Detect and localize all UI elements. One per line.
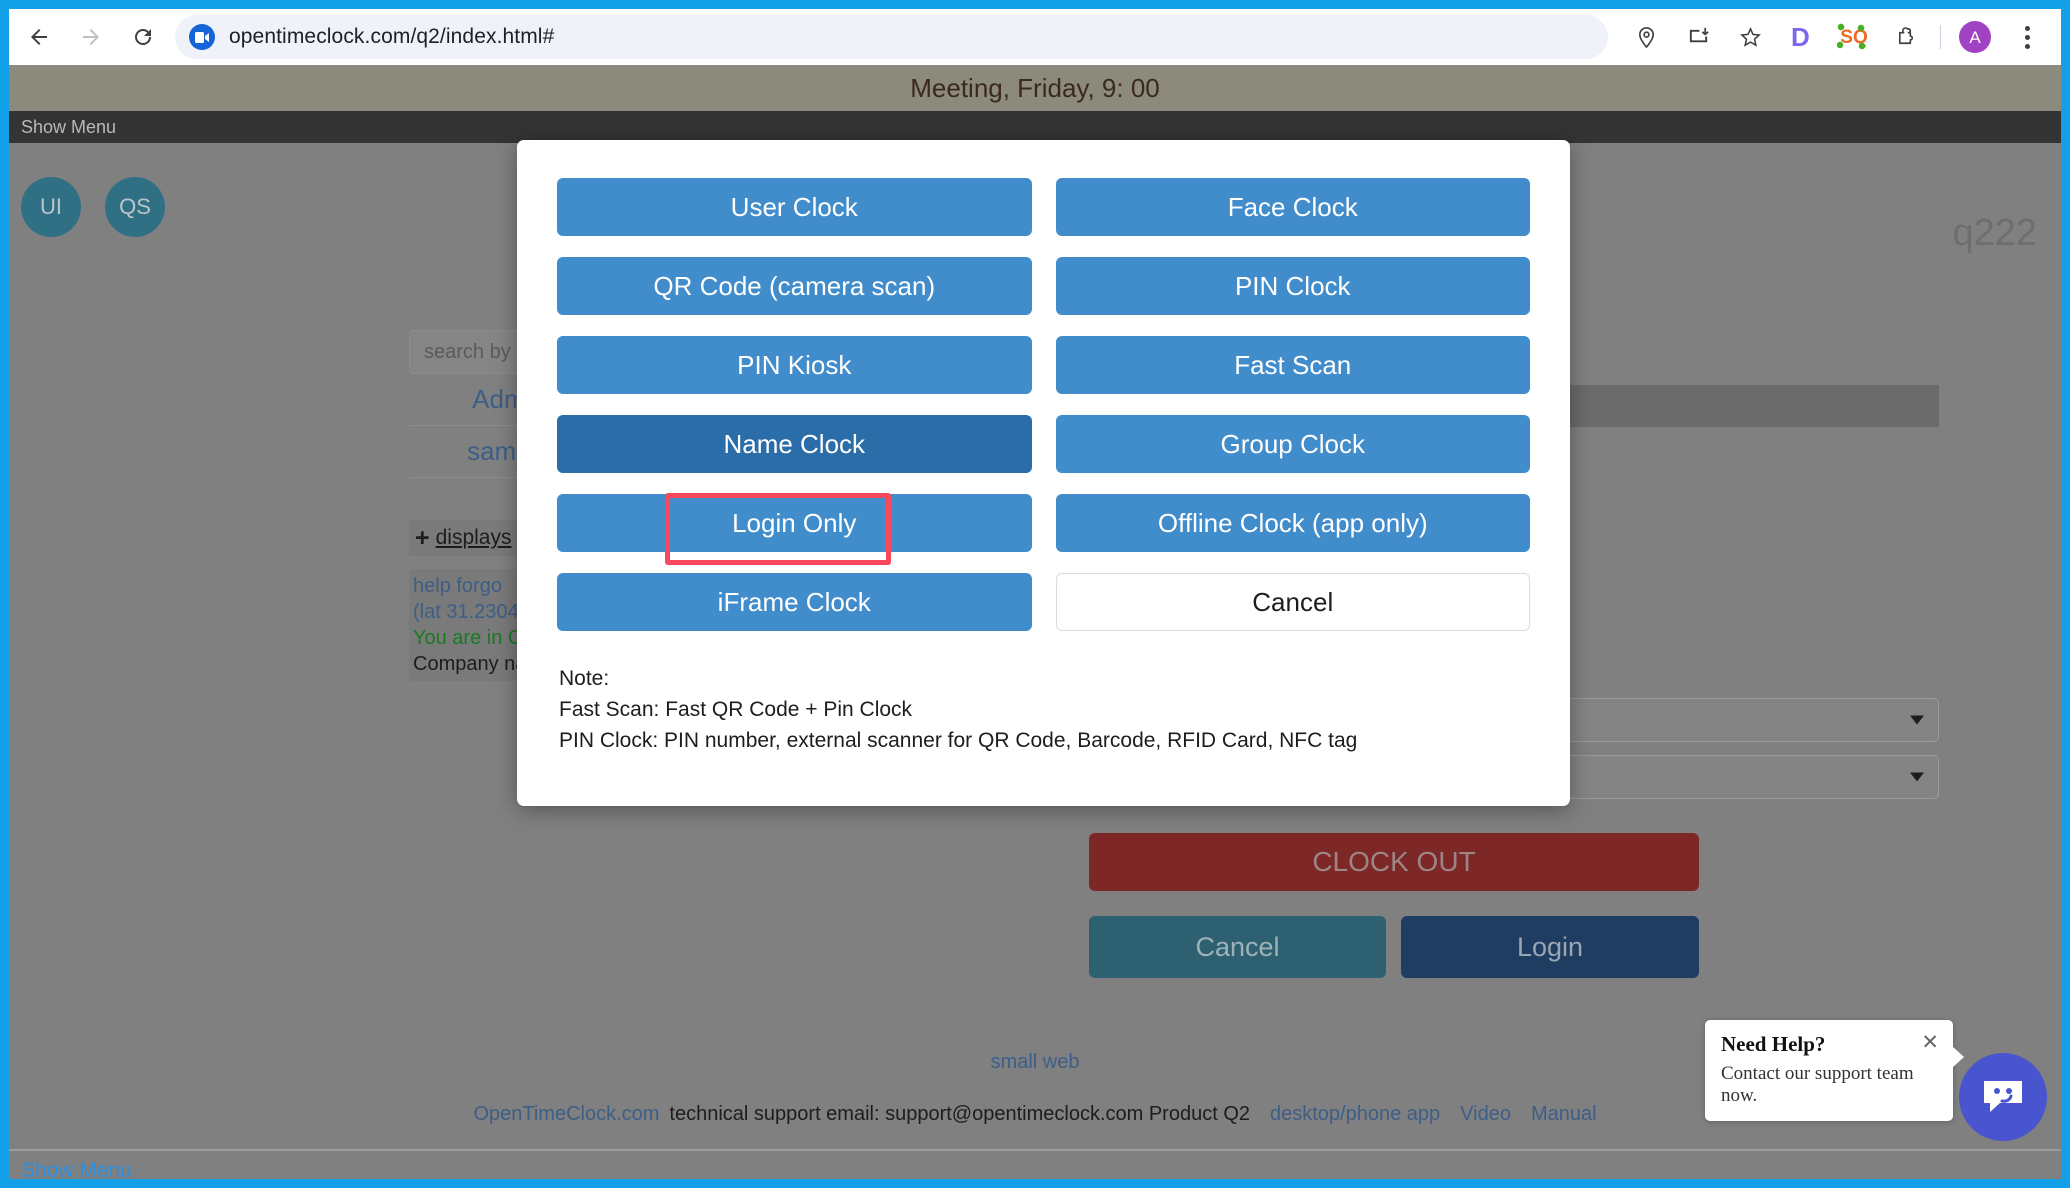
address-bar[interactable]: opentimeclock.com/q2/index.html#	[175, 15, 1608, 59]
toolbar-divider	[1940, 25, 1941, 49]
extension-d-icon[interactable]: D	[1781, 16, 1823, 58]
footer-manual-link[interactable]: Manual	[1531, 1103, 1597, 1125]
clock-out-label: CLOCK OUT	[1312, 846, 1476, 877]
search-input-placeholder: search by n	[424, 340, 528, 363]
browser-toolbar: opentimeclock.com/q2/index.html# D SQ A	[9, 9, 2061, 65]
ui-button[interactable]: UI	[21, 177, 81, 237]
offline-clock-button[interactable]: Offline Clock (app only)	[1055, 494, 1530, 552]
note-line-pin-clock: PIN Clock: PIN number, external scanner …	[559, 729, 1358, 752]
video-camera-site-icon	[189, 24, 215, 50]
browser-window: opentimeclock.com/q2/index.html# D SQ A …	[0, 0, 2070, 1188]
page-viewport: Meeting, Friday, 9: 00 Show Menu UI QS q…	[9, 65, 2061, 1179]
page-cancel-label: Cancel	[1195, 931, 1280, 962]
iframe-clock-button[interactable]: iFrame Clock	[557, 573, 1032, 631]
dialog-note: Note: Fast Scan: Fast QR Code + Pin Cloc…	[537, 631, 1550, 756]
ui-button-label: UI	[40, 194, 62, 219]
quick-buttons: UI QS	[21, 177, 165, 237]
extension-d-label: D	[1791, 22, 1810, 52]
qs-button[interactable]: QS	[105, 177, 165, 237]
clock-out-button[interactable]: CLOCK OUT	[1089, 833, 1699, 891]
cancel-button[interactable]: Cancel	[1055, 573, 1530, 631]
user-clock-button[interactable]: User Clock	[557, 178, 1032, 236]
help-bubble: ✕ Need Help? Contact our support team no…	[1705, 1020, 1964, 1121]
pin-clock-button[interactable]: PIN Clock	[1055, 257, 1530, 315]
avatar-initial: A	[1959, 21, 1991, 53]
qs-button-label: QS	[119, 194, 151, 219]
corner-tag: q222	[1952, 212, 2037, 254]
extension-sq-label: SQ	[1837, 22, 1868, 51]
extensions-puzzle-icon[interactable]	[1885, 16, 1927, 58]
fast-scan-button[interactable]: Fast Scan	[1055, 336, 1530, 394]
forward-arrow-icon[interactable]	[69, 15, 113, 59]
face-clock-button[interactable]: Face Clock	[1055, 178, 1530, 236]
note-line-fast-scan: Fast Scan: Fast QR Code + Pin Clock	[559, 698, 913, 721]
login-only-button[interactable]: Login Only	[557, 494, 1032, 552]
footer-support-text: technical support email: support@opentim…	[669, 1103, 1250, 1125]
close-icon[interactable]: ✕	[1921, 1032, 1939, 1053]
back-arrow-icon[interactable]	[17, 15, 61, 59]
footer-video-link[interactable]: Video	[1460, 1103, 1511, 1125]
meeting-banner: Meeting, Friday, 9: 00	[9, 65, 2061, 111]
chat-bubble-icon[interactable]	[1959, 1053, 2047, 1141]
name-clock-button[interactable]: Name Clock	[557, 415, 1032, 473]
page-login-button[interactable]: Login	[1401, 916, 1699, 978]
footer-divider	[9, 1149, 2061, 1151]
qr-code-button[interactable]: QR Code (camera scan)	[557, 257, 1032, 315]
extension-sq-icon[interactable]: SQ	[1833, 16, 1875, 58]
show-menu-label: Show Menu	[21, 116, 117, 137]
plus-icon: +	[415, 523, 430, 552]
page-login-label: Login	[1516, 931, 1584, 962]
bottom-show-menu-link[interactable]: Show Menu	[21, 1159, 132, 1179]
show-menu-bar[interactable]: Show Menu	[9, 111, 2061, 143]
note-line-heading: Note:	[559, 667, 610, 690]
location-pin-icon[interactable]	[1625, 16, 1667, 58]
reload-icon[interactable]	[121, 15, 165, 59]
address-bar-url: opentimeclock.com/q2/index.html#	[229, 25, 555, 48]
pin-kiosk-button[interactable]: PIN Kiosk	[557, 336, 1032, 394]
chevron-down-icon	[1910, 772, 1924, 782]
footer-brand-link[interactable]: OpenTimeClock.com	[473, 1103, 659, 1125]
small-web-label: small web	[990, 1051, 1080, 1073]
help-subtitle: Contact our support team now.	[1721, 1063, 1914, 1106]
help-title: Need Help?	[1721, 1032, 1826, 1056]
toolbar-actions: D SQ A	[1620, 16, 2061, 58]
install-app-icon[interactable]	[1677, 16, 1719, 58]
displays-label: displays	[435, 526, 512, 549]
three-dot-menu-icon[interactable]	[2006, 16, 2048, 58]
clock-mode-button-grid: User Clock Face Clock QR Code (camera sc…	[537, 178, 1550, 631]
footer-app-link[interactable]: desktop/phone app	[1270, 1103, 1440, 1125]
page-cancel-button[interactable]: Cancel	[1089, 916, 1386, 978]
clock-mode-dialog: User Clock Face Clock QR Code (camera sc…	[517, 140, 1570, 806]
avatar[interactable]: A	[1954, 16, 1996, 58]
bookmark-star-icon[interactable]	[1729, 16, 1771, 58]
group-clock-button[interactable]: Group Clock	[1055, 415, 1530, 473]
chevron-down-icon	[1910, 715, 1924, 725]
